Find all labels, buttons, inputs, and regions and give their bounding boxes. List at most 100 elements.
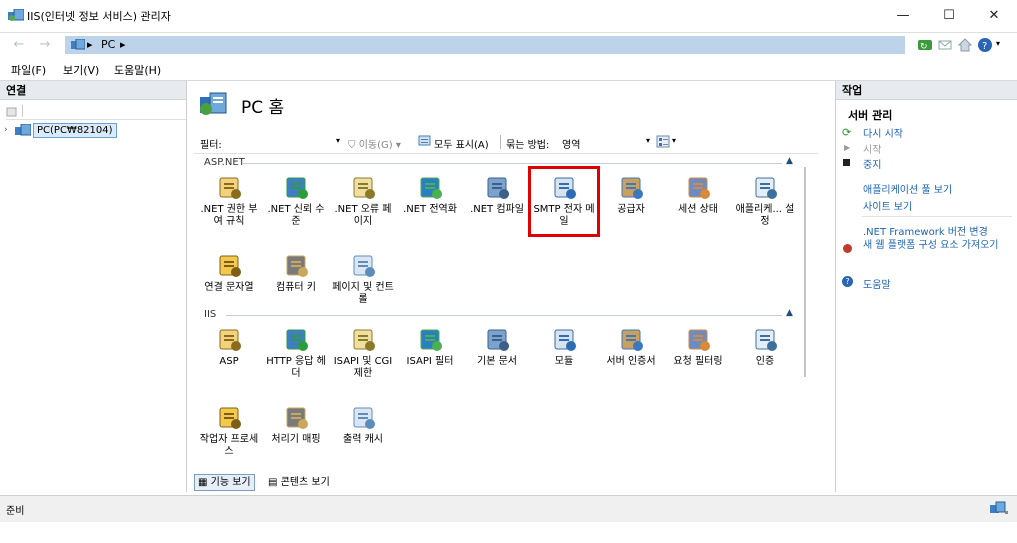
action-view-app-pools[interactable]: 애플리케이션 풀 보기 [863,181,952,196]
maximize-button[interactable]: ☐ [926,0,972,31]
feature-item[interactable]: HTTP 응답 헤더 [265,325,327,380]
forward-arrow-icon[interactable]: → [34,36,56,54]
action-view-sites[interactable]: 사이트 보기 [863,198,912,213]
chevron-right-icon[interactable]: ▸ [87,38,93,51]
page-title: PC 홈 [241,98,285,118]
show-all-icon[interactable] [418,134,432,148]
tab-features-view[interactable]: ▦ 기능 보기 [194,474,255,491]
feature-item[interactable]: 연결 문자열 [198,251,260,294]
minimize-button[interactable]: — [880,0,926,31]
action-get-web-platform[interactable]: 새 웹 플랫폼 구성 요소 가져오기 [863,240,1013,252]
tab-content-view[interactable]: ▤ 콘텐츠 보기 [268,475,330,490]
action-help[interactable]: 도움말 [863,276,891,291]
feature-item[interactable]: 공급자 [600,173,662,216]
net-error-pages-icon [349,173,377,201]
request-filtering-icon [684,325,712,353]
filter-dropdown-icon[interactable]: ▾ [336,136,340,145]
group-divider [242,163,782,164]
worker-processes-icon [215,403,243,431]
close-button[interactable]: ✕ [971,0,1017,31]
feature-label: 처리기 매핑 [271,434,321,445]
menu-view[interactable]: 보기(V) [63,62,99,78]
menu-bar: 파일(F) 보기(V) 도움말(H) [0,58,1017,81]
collapse-iis-icon[interactable]: ▲ [786,308,793,318]
feature-item[interactable]: SMTP 전자 메일 [528,166,600,237]
connections-header: 연결 [0,81,186,100]
feature-item[interactable]: .NET 오류 페이지 [332,173,394,228]
features-view-icon: ▦ [198,477,211,488]
feature-item[interactable]: .NET 전역화 [399,173,461,216]
feature-item[interactable]: .NET 신뢰 수준 [265,173,327,228]
feature-item[interactable]: ISAPI 및 CGI 제한 [332,325,394,380]
feature-item[interactable]: 인증 [734,325,796,368]
back-arrow-icon[interactable]: ← [8,36,30,54]
feature-label: .NET 권한 부여 규칙 [200,204,258,227]
toolbar-divider [22,105,23,117]
feature-item[interactable]: 컴퓨터 키 [265,251,327,294]
feature-item[interactable]: 모듈 [533,325,595,368]
group-header-iis: IIS [204,309,217,320]
funnel-icon: ⛉ [348,140,359,151]
address-breadcrumb[interactable]: ▸ PC ▸ [65,36,905,54]
home-icon[interactable] [957,37,973,53]
view-mode-icon[interactable] [656,135,670,148]
view-mode-dropdown-icon[interactable]: ▾ [672,136,676,145]
mail-icon[interactable] [937,37,953,53]
tree-node-pc[interactable]: PC(PC₩82104) [33,123,117,138]
feature-item[interactable]: ASP [198,325,260,368]
feature-item[interactable]: 세션 상태 [667,173,729,216]
menu-file[interactable]: 파일(F) [11,62,46,78]
feature-item[interactable]: 기본 문서 [466,325,528,368]
feature-item[interactable]: 작업자 프로세스 [198,403,260,458]
menu-help[interactable]: 도움말(H) [114,62,161,78]
feature-item[interactable]: 출력 캐시 [332,403,394,446]
feature-item[interactable]: 페이지 및 컨트롤 [332,251,394,306]
help-icon[interactable]: ? [977,37,993,53]
net-trust-icon [282,173,310,201]
create-connection-icon[interactable] [6,105,18,117]
help-icon: ? [842,276,853,287]
action-start[interactable]: 시작 [863,141,881,156]
tree-expand-icon[interactable]: › [4,125,8,135]
feature-label: ISAPI 및 CGI 제한 [333,356,393,379]
action-divider [862,216,1012,217]
server-certificates-icon [617,325,645,353]
show-all-button[interactable]: 모두 표시(A) [434,136,489,151]
feature-label: 공급자 [617,204,645,215]
chevron-right-icon[interactable]: ▸ [120,38,126,51]
feature-label: .NET 오류 페이지 [334,204,392,227]
pages-controls-icon [349,251,377,279]
action-change-net-version[interactable]: .NET Framework 버전 변경 [863,223,988,238]
feature-label: ASP [219,356,239,367]
connect-icon[interactable]: ↻ [917,37,933,53]
collapse-aspnet-icon[interactable]: ▲ [786,156,793,166]
go-button[interactable]: ⛉ 이동(G) ▾ [348,136,401,151]
group-header-aspnet: ASP.NET [204,157,245,168]
feature-label: 연결 문자열 [204,282,254,293]
action-stop[interactable]: 중지 [863,156,881,171]
http-headers-icon [282,325,310,353]
feature-item[interactable]: 요청 필터링 [667,325,729,368]
feature-item[interactable]: 애플리케... 설정 [734,173,796,228]
net-globalization-icon [416,173,444,201]
isapi-filters-icon [416,325,444,353]
scrollbar-thumb[interactable] [804,167,806,377]
dropdown-arrow-icon[interactable]: ▾ [996,39,1000,48]
authentication-icon [751,325,779,353]
breadcrumb-pc[interactable]: PC [101,38,115,51]
filter-input[interactable] [232,134,334,150]
title-bar: IIS(인터넷 정보 서비스) 관리자 — ☐ ✕ [0,0,1017,31]
group-by-select[interactable]: 영역 [562,136,580,151]
isapi-cgi-icon [349,325,377,353]
connection-strings-icon [215,251,243,279]
net-compilation-icon [483,173,511,201]
feature-item[interactable]: 처리기 매핑 [265,403,327,446]
actions-header: 작업 [836,81,1017,100]
feature-item[interactable]: .NET 컴파일 [466,173,528,216]
group-by-dropdown-icon[interactable]: ▾ [646,136,650,145]
feature-item[interactable]: ISAPI 필터 [399,325,461,368]
feature-item[interactable]: 서버 인증서 [600,325,662,368]
action-restart[interactable]: 다시 시작 [863,125,903,140]
filter-toolbar: 필터: ▾ ⛉ 이동(G) ▾ 모두 표시(A) 묶는 방법: 영역 ▾ ▾ [194,133,818,154]
feature-item[interactable]: .NET 권한 부여 규칙 [198,173,260,228]
